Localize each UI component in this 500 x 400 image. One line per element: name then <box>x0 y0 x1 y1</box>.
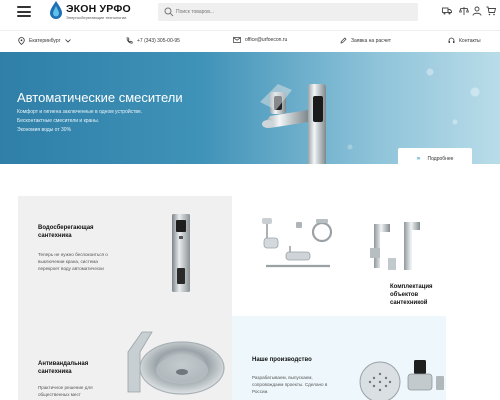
user-icon[interactable] <box>472 6 482 16</box>
logo-title[interactable]: ЭКОН УРФО <box>66 3 131 15</box>
card-text: Теперь не нужно беспокоиться о выключени… <box>38 252 108 271</box>
more-button-label: Подробнее <box>427 156 454 162</box>
headset-icon <box>448 37 455 43</box>
card-text: Разрабатываем, выпускаем, сопровождаем п… <box>252 375 328 394</box>
search-bar[interactable] <box>158 3 418 21</box>
steel-sink-image <box>127 331 225 395</box>
banner-title: Автоматические смесители <box>17 90 183 105</box>
truck-icon[interactable] <box>442 6 452 16</box>
banner-line-2: Бесконтактные смесители и краны. <box>17 118 100 124</box>
card-title: Наше производство <box>252 357 312 363</box>
top-header: ЭКОН УРФО Энергосберегающие технологии <box>0 0 500 26</box>
search-input[interactable] <box>176 3 414 21</box>
arrows-icon: ››› <box>416 156 421 162</box>
contacts-label: Контакты <box>459 37 481 44</box>
wall-panel-image <box>172 214 190 292</box>
cart-icon[interactable] <box>486 6 496 16</box>
card-text: Практичное решение для общественных мест <box>38 385 93 397</box>
pencil-icon <box>340 37 347 44</box>
banner-line-3: Экономия воды от 30% <box>17 127 72 133</box>
faucet-image <box>260 84 326 164</box>
card-title: Комплектация объектов сантехникой <box>390 284 433 306</box>
city-label: Екатеринбург <box>29 38 61 44</box>
city-selector[interactable]: Екатеринбург <box>18 37 75 45</box>
logo-subtitle: Энергосберегающие технологии <box>66 15 127 20</box>
email-link[interactable]: office@urfoecon.ru <box>233 37 287 43</box>
chevron-down-icon <box>65 39 72 43</box>
search-icon[interactable] <box>164 7 174 17</box>
phone-number: +7 (343) 305-00-95 <box>137 37 180 44</box>
location-pin-icon <box>18 37 25 45</box>
card-production[interactable]: Наше производство Разрабатываем, выпуска… <box>232 316 446 400</box>
request-label: Заявка на расчет <box>351 37 392 44</box>
banner-line-1: Комфорт и гигиена заключенные в одном ус… <box>17 109 143 115</box>
phone-link[interactable]: +7 (343) 305-00-95 <box>126 37 180 44</box>
shower-parts-image <box>359 360 444 400</box>
card-water-saving[interactable]: Водосберегающая сантехника Теперь не нуж… <box>18 196 232 316</box>
mail-icon <box>233 37 241 43</box>
logo-drop-icon[interactable] <box>50 1 62 19</box>
card-anti-vandal[interactable]: Антивандальная сантехника Практичное реш… <box>18 316 232 400</box>
info-bar: Екатеринбург +7 (343) 305-00-95 office@u… <box>0 30 500 50</box>
phone-icon <box>126 37 133 44</box>
bath-accessories-image <box>262 218 333 268</box>
faucet-set-image <box>370 222 420 270</box>
contacts-link[interactable]: Контакты <box>448 37 481 44</box>
more-button[interactable]: ››› Подробнее <box>398 148 472 164</box>
request-link[interactable]: Заявка на расчет <box>340 37 391 44</box>
card-title: Антивандальная сантехника <box>38 361 89 375</box>
email-address: office@urfoecon.ru <box>245 37 288 43</box>
card-title: Водосберегающая сантехника <box>38 225 94 239</box>
card-equipment[interactable]: Комплектация объектов сантехникой <box>232 196 446 316</box>
promo-banner: Автоматические смесители Комфорт и гигие… <box>0 52 500 164</box>
menu-icon[interactable] <box>17 6 31 17</box>
scales-icon[interactable] <box>459 6 469 16</box>
